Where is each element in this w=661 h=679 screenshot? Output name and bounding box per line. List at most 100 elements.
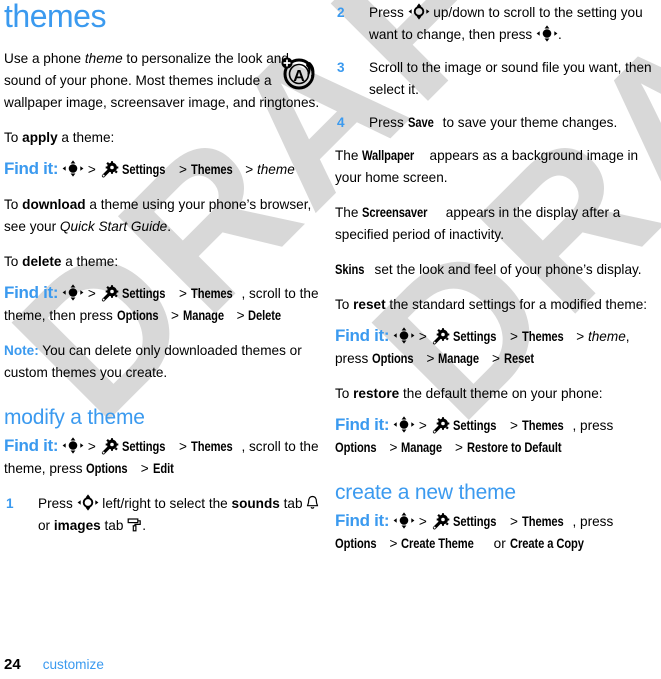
- settings-gear-icon: [431, 328, 450, 345]
- path-separator: >: [87, 438, 96, 454]
- navigation-key-icon: [408, 3, 430, 20]
- download-text-3: .: [167, 218, 171, 234]
- footer-chapter-name: customize: [42, 657, 104, 672]
- screensaver-text-1: The: [335, 205, 363, 220]
- path-separator: >: [236, 307, 245, 323]
- menu-manage: Manage: [438, 351, 480, 366]
- settings-gear-icon: [431, 417, 450, 434]
- path-separator: >: [178, 161, 187, 177]
- menu-settings: Settings: [122, 438, 166, 454]
- menu-options: Options: [116, 307, 159, 323]
- findit-restore-tail: , press: [572, 418, 614, 433]
- step-number: 4: [337, 115, 345, 130]
- findit-label: Find it:: [335, 326, 390, 345]
- step1-text-2: left/right to select the: [98, 495, 232, 511]
- findit-apply-theme: Find it: > Settings > Themes > theme: [4, 158, 322, 181]
- left-column: themes Use a phone theme to personalize …: [4, 0, 322, 548]
- step1-text-4: or: [38, 517, 54, 533]
- menu-themes: Themes: [521, 329, 564, 344]
- path-separator: >: [509, 418, 518, 433]
- menu-delete: Delete: [248, 307, 282, 323]
- path-separator: >: [509, 329, 518, 344]
- menu-edit: Edit: [152, 460, 174, 476]
- menu-screensaver: Screensaver: [362, 205, 428, 220]
- menu-themes: Themes: [190, 438, 233, 454]
- path-separator: >: [492, 351, 500, 366]
- menu-reset: Reset: [503, 351, 534, 366]
- wallpaper-paragraph: The Wallpaper appears as a background im…: [335, 145, 653, 189]
- note-text: You can delete only downloaded themes or…: [4, 342, 302, 380]
- apply-lead-2: a theme:: [57, 129, 115, 145]
- path-separator: >: [389, 536, 398, 552]
- findit-label: Find it:: [335, 415, 390, 434]
- page-number: 24: [4, 656, 21, 673]
- note-label: Note:: [4, 342, 39, 358]
- section-heading-create: create a new theme: [335, 481, 516, 504]
- step-list-left: 1 Press left/right to select the sounds t…: [4, 493, 322, 537]
- step2-text-3: .: [558, 27, 562, 42]
- step1-sounds-bold: sounds: [231, 495, 280, 511]
- step-number: 2: [337, 5, 345, 20]
- findit-label: Find it:: [4, 158, 59, 178]
- menu-options: Options: [335, 536, 377, 552]
- section-heading-modify: modify a theme: [4, 405, 145, 429]
- step-item: 3 Scroll to the image or sound file you w…: [335, 57, 653, 101]
- step-number: 1: [6, 495, 14, 511]
- step4-text-2: to save your theme changes.: [438, 115, 618, 130]
- menu-manage: Manage: [401, 440, 443, 455]
- step-number: 3: [337, 60, 345, 75]
- screensaver-paragraph: The Screensaver appears in the display a…: [335, 202, 653, 246]
- menu-options: Options: [335, 440, 377, 455]
- menu-manage: Manage: [182, 307, 224, 323]
- step1-text-1: Press: [38, 495, 77, 511]
- paint-roller-icon: [127, 517, 142, 532]
- page-title: themes: [4, 0, 106, 34]
- intro-paragraph: Use a phone theme to personalize the loo…: [4, 48, 322, 114]
- menu-skins: Skins: [335, 262, 365, 277]
- apply-lead-bold: apply: [22, 129, 58, 145]
- path-separator: >: [87, 161, 96, 177]
- path-separator: >: [576, 329, 585, 344]
- menu-settings: Settings: [453, 514, 497, 530]
- path-separator: >: [418, 329, 427, 344]
- menu-settings: Settings: [122, 161, 166, 177]
- restore-lead-bold: restore: [353, 386, 400, 401]
- findit-create-or: or: [489, 536, 510, 552]
- reset-lead-2: the standard settings for a modified the…: [385, 297, 648, 312]
- reset-lead-bold: reset: [353, 297, 386, 312]
- findit-label: Find it:: [335, 511, 390, 531]
- right-column: 2 Press up/down to scroll to the setting …: [335, 0, 653, 568]
- findit-delete-theme: Find it: > Settings > Themes, scroll to …: [4, 282, 322, 327]
- settings-gear-icon: [100, 160, 119, 178]
- menu-wallpaper: Wallpaper: [362, 148, 415, 163]
- navigation-key-select-icon: [62, 159, 84, 177]
- navigation-key-select-icon: [393, 416, 415, 433]
- reset-lead: To reset the standard settings for a mod…: [335, 294, 653, 316]
- step-list-right: 2 Press up/down to scroll to the setting …: [335, 2, 653, 134]
- restore-lead: To restore the default theme on your pho…: [335, 383, 653, 405]
- menu-settings: Settings: [122, 285, 166, 301]
- findit-restore-theme: Find it: > Settings > Themes , press Opti…: [335, 414, 653, 459]
- delete-lead-1: To: [4, 253, 23, 269]
- path-separator: >: [418, 418, 427, 433]
- settings-gear-icon: [100, 437, 119, 455]
- path-separator: >: [87, 285, 96, 301]
- path-separator: >: [178, 285, 187, 301]
- skins-paragraph: Skins set the look and feel of your phon…: [335, 259, 653, 281]
- navigation-key-select-icon: [393, 327, 415, 344]
- intro-text-1: Use a phone: [4, 50, 85, 66]
- findit-label: Find it:: [4, 282, 59, 302]
- menu-settings: Settings: [453, 418, 497, 433]
- intro-emphasis: theme: [84, 50, 123, 66]
- delete-lead: To delete a theme:: [4, 251, 322, 273]
- step1-text-3: tab: [279, 495, 307, 511]
- delete-lead-2: a theme:: [61, 253, 119, 269]
- path-separator: >: [509, 514, 518, 530]
- path-separator: >: [140, 460, 149, 476]
- menu-settings: Settings: [453, 329, 497, 344]
- menu-themes: Themes: [521, 418, 564, 433]
- menu-themes: Themes: [190, 161, 233, 177]
- step4-text-1: Press: [369, 115, 408, 130]
- menu-theme-placeholder: theme: [256, 161, 295, 177]
- menu-options: Options: [86, 460, 128, 476]
